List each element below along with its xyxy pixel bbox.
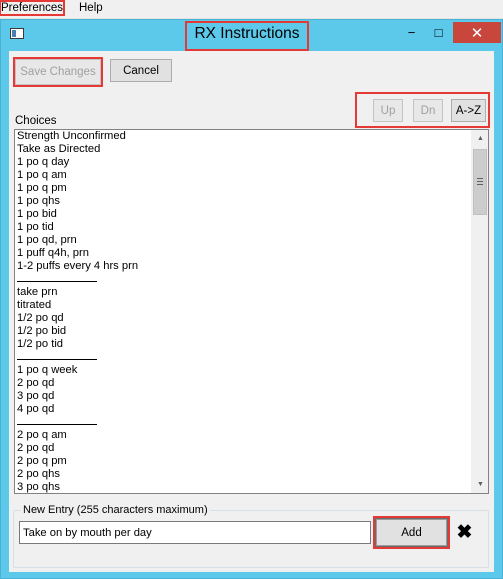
list-item[interactable]: 1 po bid (17, 208, 472, 221)
list-item[interactable]: titrated (17, 299, 472, 312)
move-down-button[interactable]: Dn (413, 99, 443, 122)
list-item[interactable]: 2 po qd (17, 442, 472, 455)
new-entry-input[interactable] (19, 521, 371, 544)
separator-rule (17, 416, 97, 425)
list-item[interactable]: 1 po q day (17, 156, 472, 169)
clear-entry-icon[interactable]: ✖ (448, 519, 481, 545)
separator-rule (17, 351, 97, 360)
separator-line[interactable] (17, 351, 472, 364)
list-item[interactable]: 1-2 puffs every 4 hrs prn (17, 260, 472, 273)
list-item[interactable]: 1 puff q4h, prn (17, 247, 472, 260)
maximize-button[interactable]: □ (425, 22, 452, 43)
list-item[interactable]: 1/2 po tid (17, 338, 472, 351)
list-item[interactable]: 1 po qhs (17, 195, 472, 208)
list-item[interactable]: 2 po q pm (17, 455, 472, 468)
close-window-button[interactable]: ✕ (453, 22, 501, 43)
list-item[interactable]: 1 po tid (17, 221, 472, 234)
scroll-down-icon[interactable]: ▼ (472, 476, 488, 493)
list-item[interactable]: 1 po q am (17, 169, 472, 182)
list-item[interactable]: 3 po qhs (17, 481, 472, 493)
list-item[interactable]: 2 po qhs (17, 468, 472, 481)
dialog-body: Save Changes Cancel Up Dn A->Z Choices S… (9, 51, 494, 572)
save-changes-button[interactable]: Save Changes (13, 57, 103, 87)
menu-bar: Preferences Help (0, 0, 503, 19)
choices-list[interactable]: Strength Unconfirmed Take as Directed 1 po… (14, 129, 489, 494)
vertical-scrollbar[interactable]: ▲ ▼ (471, 130, 488, 493)
title-bar[interactable]: RX Instructions − □ ✕ (1, 20, 502, 51)
list-item[interactable]: 4 po qd (17, 403, 472, 416)
scroll-up-icon[interactable]: ▲ (472, 130, 488, 147)
cancel-button[interactable]: Cancel (110, 59, 172, 82)
list-item[interactable]: 2 po q am (17, 429, 472, 442)
window-app-icon (10, 28, 24, 39)
list-item[interactable]: Take as Directed (17, 143, 472, 156)
separator-rule (17, 273, 97, 282)
list-item[interactable]: 3 po qd (17, 390, 472, 403)
list-item[interactable]: Strength Unconfirmed (17, 130, 472, 143)
list-item[interactable]: 1 po qd, prn (17, 234, 472, 247)
add-button[interactable]: Add (373, 516, 450, 549)
list-item[interactable]: 1/2 po qd (17, 312, 472, 325)
new-entry-group: New Entry (255 characters maximum) Add ✖ (13, 504, 489, 568)
move-up-button[interactable]: Up (373, 99, 403, 122)
sort-button-group: Up Dn A->Z (355, 92, 490, 128)
sort-a-z-button[interactable]: A->Z (451, 99, 486, 122)
list-item[interactable]: take prn (17, 286, 472, 299)
menu-help[interactable]: Help (79, 2, 103, 14)
new-entry-label: New Entry (255 characters maximum) (21, 504, 210, 516)
menu-preferences[interactable]: Preferences (0, 0, 66, 16)
list-item[interactable]: 1 po q pm (17, 182, 472, 195)
list-item[interactable]: 2 po qd (17, 377, 472, 390)
list-item[interactable]: 1 po q week (17, 364, 472, 377)
separator-line[interactable] (17, 416, 472, 429)
choices-label: Choices (15, 115, 57, 127)
choices-list-items: Strength Unconfirmed Take as Directed 1 po… (17, 130, 472, 493)
rx-instructions-window: RX Instructions − □ ✕ Save Changes Cance… (0, 19, 503, 579)
minimize-button[interactable]: − (398, 22, 425, 43)
window-title: RX Instructions (185, 21, 309, 51)
separator-line[interactable] (17, 273, 472, 286)
list-item[interactable]: 1/2 po bid (17, 325, 472, 338)
scrollbar-thumb[interactable] (473, 149, 487, 215)
